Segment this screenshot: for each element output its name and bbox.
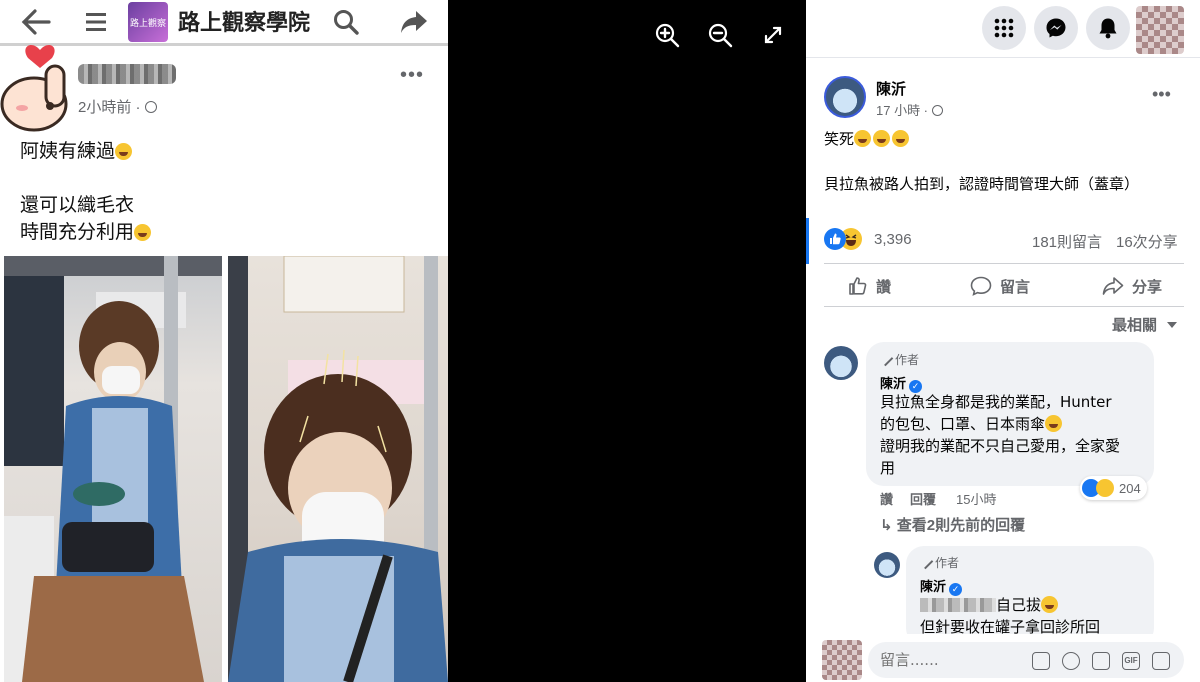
comment-text-line: 自己拔 — [920, 594, 1059, 616]
rofl-emoji-icon — [892, 130, 910, 147]
messenger-button[interactable] — [1034, 6, 1078, 50]
group-avatar: 路上觀察 — [128, 2, 168, 42]
post-timestamp[interactable]: 17 小時 · — [876, 100, 943, 119]
profile-avatar-button[interactable] — [1136, 6, 1184, 54]
post-reactions-summary: 3,396 181則留言 16次分享 — [824, 228, 1186, 252]
post-options-button[interactable]: ••• — [1152, 84, 1171, 105]
rofl-emoji-icon — [134, 224, 152, 241]
current-user-avatar — [822, 640, 862, 680]
bell-icon — [1099, 18, 1117, 39]
reply-arrow-icon: ↳ — [880, 517, 893, 534]
photo-acupuncture-closeup — [228, 256, 448, 682]
comment-bubble-icon — [970, 276, 992, 296]
like-button[interactable]: 讚 — [848, 274, 891, 298]
focus-indicator — [806, 218, 809, 264]
rofl-emoji-icon — [1041, 596, 1059, 613]
embedded-post-screenshot: 路上觀察 路上觀察學院 2小時前 · ••• 阿姨有練過 還可以織毛衣 時間充分… — [0, 0, 448, 682]
messenger-icon — [1046, 18, 1066, 38]
rofl-emoji-icon — [873, 130, 891, 147]
more-options-icon: ••• — [400, 64, 425, 86]
commenter-avatar[interactable] — [874, 552, 900, 578]
search-icon — [328, 4, 364, 40]
screenshot-text-line: 時間充分利用 — [20, 217, 152, 244]
post-author-avatar[interactable] — [824, 76, 866, 118]
comment-author-name[interactable]: 陳沂 ✓ — [880, 373, 923, 393]
post-text-line: 笑死 — [824, 128, 910, 149]
post-text-line: 貝拉魚被路人拍到，認證時間管理大師（蓋章） — [824, 175, 1140, 193]
author-badge: 作者 — [917, 553, 959, 571]
share-icon — [1102, 277, 1124, 295]
globe-icon — [144, 101, 157, 113]
globe-icon — [931, 105, 943, 116]
notifications-button[interactable] — [1086, 6, 1130, 50]
screenshot-text-line: 還可以織毛衣 — [20, 194, 135, 216]
comment-composer: GIF — [806, 634, 1200, 682]
comment-reactions-badge[interactable]: 204 — [1080, 476, 1147, 500]
reaction-count[interactable]: 3,396 — [874, 231, 912, 248]
back-arrow-icon — [18, 4, 54, 40]
comment-text-line: 貝拉魚全身都是我的業配，Hunter — [880, 393, 1112, 411]
thumbs-up-icon — [849, 277, 867, 295]
comment-button[interactable]: 留言 — [970, 274, 1030, 298]
camera-icon[interactable] — [1092, 652, 1110, 670]
zoom-out-icon[interactable] — [707, 22, 733, 48]
commenter-avatar[interactable] — [824, 346, 858, 380]
laughing-emoji-icon — [115, 143, 133, 160]
post-detail-panel: 陳沂 17 小時 · ••• 笑死 貝拉魚被路人拍到，認證時間管理大師（蓋章） … — [806, 0, 1200, 682]
sticker-icon[interactable] — [1152, 652, 1170, 670]
photo-knitting-woman — [4, 256, 222, 682]
post-author-name[interactable]: 陳沂 — [876, 78, 906, 99]
rofl-emoji-icon — [854, 130, 872, 147]
group-name: 路上觀察學院 — [178, 11, 311, 36]
author-badge: 作者 — [877, 350, 919, 368]
gif-icon[interactable]: GIF — [1122, 652, 1140, 670]
laughing-emoji-icon — [1045, 415, 1063, 432]
comment-author-name[interactable]: 陳沂 ✓ — [920, 576, 963, 596]
grid-icon — [994, 18, 1014, 38]
share-button[interactable]: 分享 — [1102, 274, 1162, 298]
avatar-sticker-icon[interactable] — [1032, 652, 1050, 670]
screenshot-post-time: 2小時前 · — [78, 96, 157, 117]
comment-reply-link[interactable]: 回覆 — [910, 489, 936, 508]
top-navigation — [806, 0, 1200, 58]
share-arrow-icon — [396, 4, 432, 40]
like-label: 讚 — [876, 278, 892, 296]
comment-text-line: 用 — [880, 459, 896, 477]
like-reaction-icon[interactable] — [824, 228, 846, 250]
screenshot-text-line: 阿姨有練過 — [20, 136, 133, 163]
comment-time[interactable]: 15小時 — [956, 489, 996, 508]
blurred-author-name — [78, 64, 176, 84]
comment-text-line: 的包包、口罩、日本雨傘 — [880, 413, 1063, 435]
share-count[interactable]: 16次分享 — [1116, 231, 1178, 252]
pencil-icon — [917, 553, 934, 570]
comment-count[interactable]: 181則留言 — [1032, 231, 1102, 252]
haha-reaction-icon — [1096, 479, 1114, 497]
caret-down-icon — [1167, 322, 1178, 328]
share-label: 分享 — [1132, 278, 1163, 296]
apps-menu-button[interactable] — [982, 6, 1026, 50]
emoji-icon[interactable] — [1062, 652, 1080, 670]
comment-like-link[interactable]: 讚 — [880, 489, 893, 508]
blurred-mention — [920, 598, 996, 612]
heart-hand-sticker — [0, 36, 74, 132]
pencil-icon — [877, 350, 894, 367]
comment-text-line: 證明我的業配不只自己愛用，全家愛 — [880, 437, 1121, 455]
zoom-in-icon[interactable] — [654, 22, 680, 48]
post-action-bar: 讚 留言 分享 — [824, 263, 1184, 307]
fullscreen-icon[interactable] — [760, 22, 786, 48]
comment-sort-dropdown[interactable]: 最相關 — [1112, 314, 1178, 335]
menu-icon — [78, 4, 114, 40]
view-previous-replies-link[interactable]: ↳ 查看2則先前的回覆 — [880, 514, 1025, 535]
comment-label: 留言 — [1000, 278, 1031, 296]
